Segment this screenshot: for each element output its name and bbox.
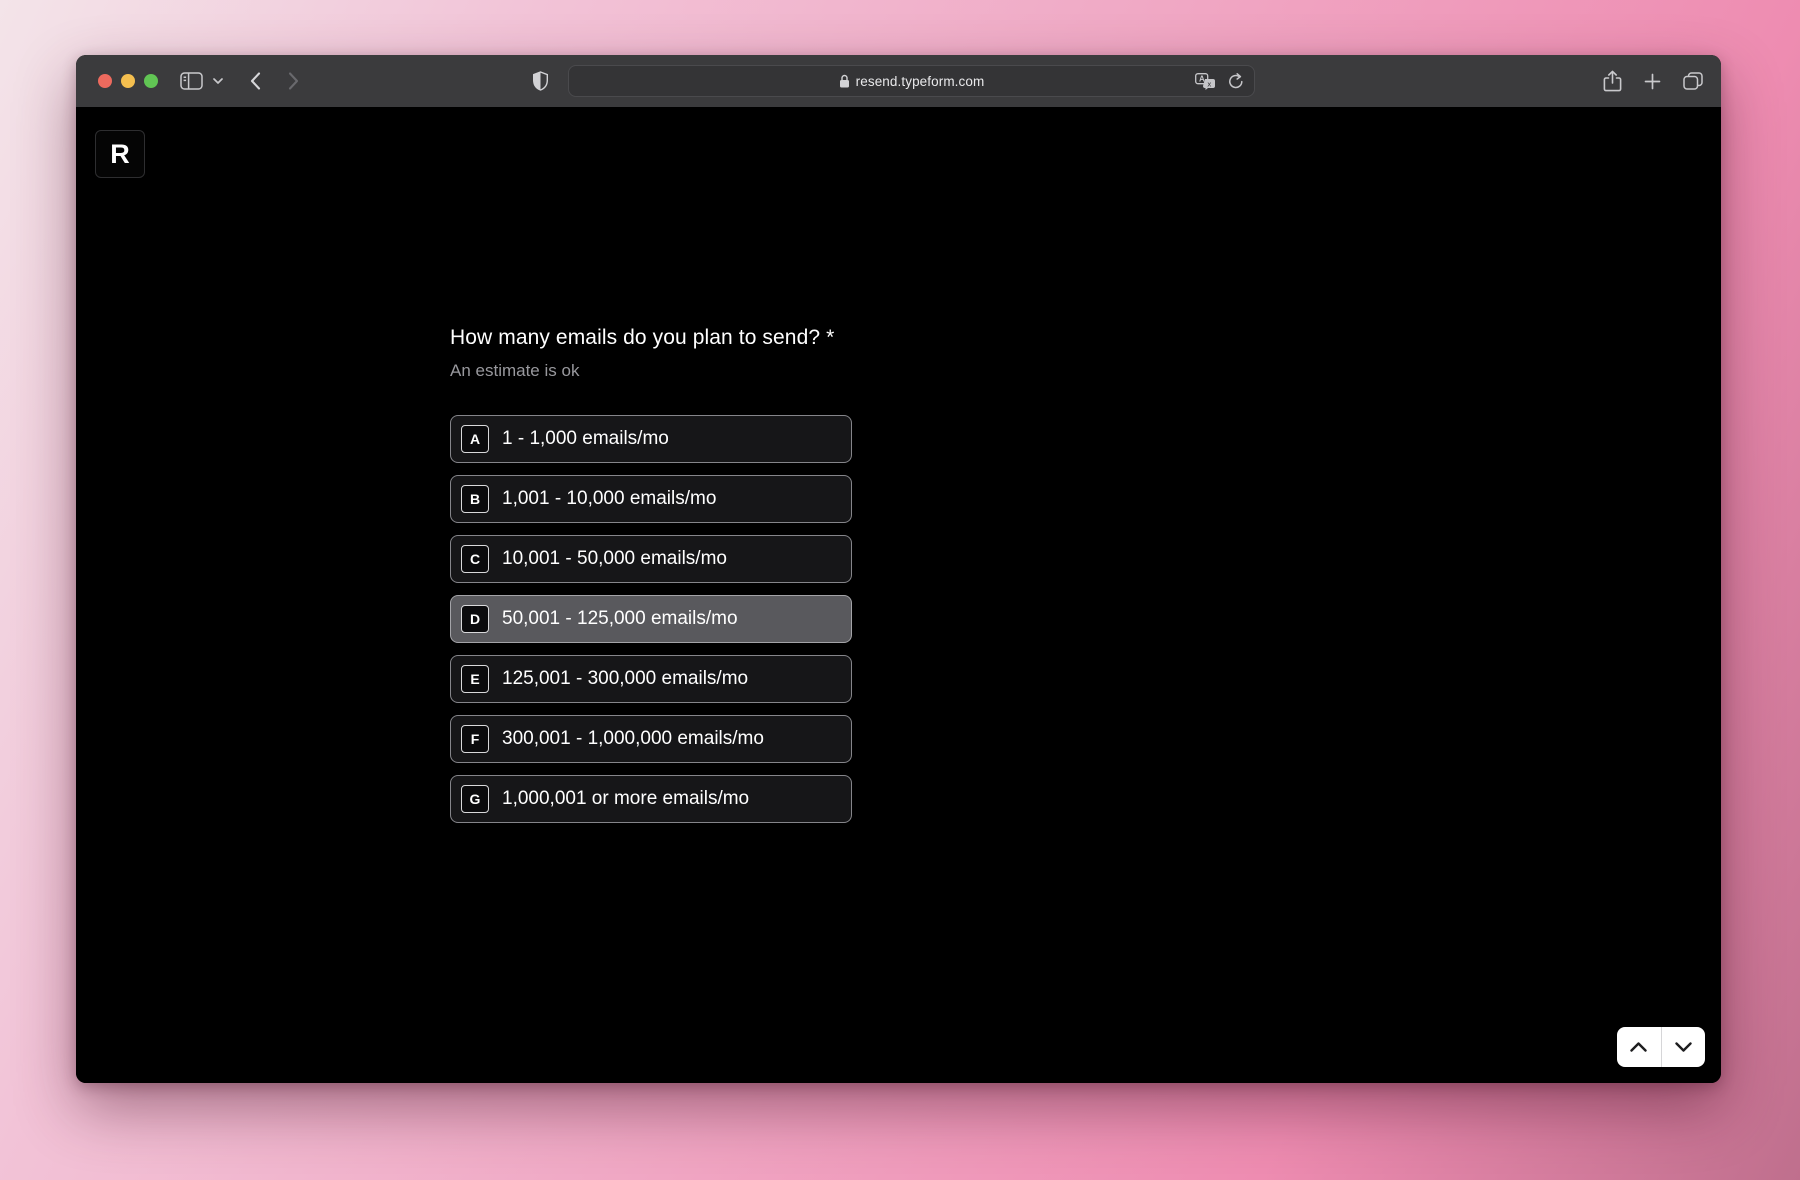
resend-logo: R — [95, 130, 145, 178]
option-key-badge: B — [461, 485, 489, 513]
url-text: resend.typeform.com — [856, 74, 985, 89]
tabs-overview-icon[interactable] — [1683, 72, 1703, 90]
option-d[interactable]: D 50,001 - 125,000 emails/mo — [450, 595, 852, 643]
option-f[interactable]: F 300,001 - 1,000,000 emails/mo — [450, 715, 852, 763]
option-label: 50,001 - 125,000 emails/mo — [502, 608, 738, 630]
next-question-button[interactable] — [1661, 1027, 1706, 1067]
option-label: 125,001 - 300,000 emails/mo — [502, 668, 748, 690]
back-button[interactable] — [242, 55, 268, 107]
browser-window: resend.typeform.com A x — [76, 55, 1721, 1083]
close-window-button[interactable] — [98, 74, 112, 88]
forward-button[interactable] — [280, 55, 306, 107]
option-e[interactable]: E 125,001 - 300,000 emails/mo — [450, 655, 852, 703]
option-key-badge: A — [461, 425, 489, 453]
translate-icon[interactable]: A x — [1195, 73, 1216, 90]
option-a[interactable]: A 1 - 1,000 emails/mo — [450, 415, 852, 463]
sidebar-chevron-down-icon[interactable] — [210, 55, 226, 107]
minimize-window-button[interactable] — [121, 74, 135, 88]
question-subtitle: An estimate is ok — [450, 361, 852, 381]
option-key-badge: C — [461, 545, 489, 573]
option-label: 1 - 1,000 emails/mo — [502, 428, 669, 450]
address-bar[interactable]: resend.typeform.com A x — [568, 65, 1255, 97]
previous-question-button[interactable] — [1617, 1027, 1661, 1067]
question-title: How many emails do you plan to send? * — [450, 325, 852, 351]
option-key-badge: G — [461, 785, 489, 813]
svg-text:x: x — [1207, 80, 1211, 88]
form-navigation — [1617, 1027, 1705, 1067]
browser-titlebar: resend.typeform.com A x — [76, 55, 1721, 107]
option-c[interactable]: C 10,001 - 50,000 emails/mo — [450, 535, 852, 583]
desktop-backdrop: { "colors": { "backdrop_gradient": ["#f3… — [0, 0, 1800, 1180]
option-label: 300,001 - 1,000,000 emails/mo — [502, 728, 764, 750]
page-content: R How many emails do you plan to send? *… — [76, 107, 1721, 1083]
share-icon[interactable] — [1603, 70, 1622, 92]
option-key-badge: D — [461, 605, 489, 633]
lock-icon — [839, 74, 850, 88]
options-list: A 1 - 1,000 emails/mo B 1,001 - 10,000 e… — [450, 415, 852, 823]
option-label: 1,000,001 or more emails/mo — [502, 788, 749, 810]
option-b[interactable]: B 1,001 - 10,000 emails/mo — [450, 475, 852, 523]
address-bar-content: resend.typeform.com — [839, 74, 985, 89]
reload-icon[interactable] — [1228, 73, 1244, 90]
option-g[interactable]: G 1,000,001 or more emails/mo — [450, 775, 852, 823]
option-key-badge: E — [461, 665, 489, 693]
new-tab-icon[interactable] — [1644, 73, 1661, 90]
option-label: 10,001 - 50,000 emails/mo — [502, 548, 727, 570]
sidebar-toggle-icon[interactable] — [176, 55, 206, 107]
zoom-window-button[interactable] — [144, 74, 158, 88]
question-block: How many emails do you plan to send? * A… — [450, 325, 852, 823]
chevron-up-icon — [1630, 1042, 1647, 1052]
chevron-down-icon — [1675, 1042, 1692, 1052]
option-key-badge: F — [461, 725, 489, 753]
privacy-shield-icon[interactable] — [526, 55, 554, 107]
traffic-lights — [98, 74, 158, 88]
option-label: 1,001 - 10,000 emails/mo — [502, 488, 716, 510]
